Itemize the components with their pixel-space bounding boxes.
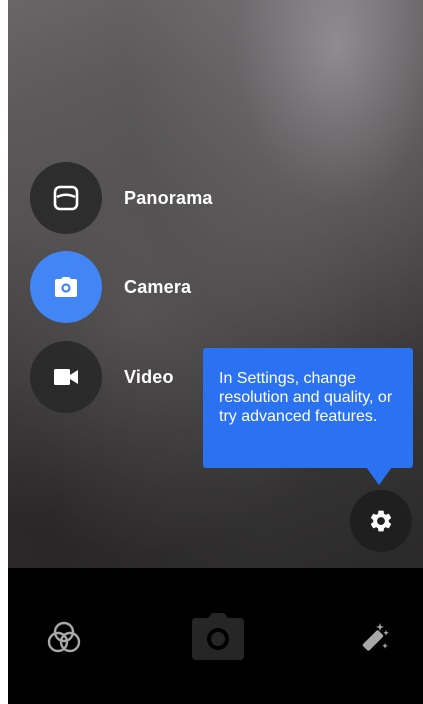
gear-icon (370, 510, 392, 532)
camera-label[interactable]: Camera (124, 277, 191, 298)
video-icon (54, 369, 78, 385)
video-mode-button[interactable] (30, 341, 102, 413)
panorama-icon (53, 185, 79, 211)
tooltip-arrow (366, 467, 392, 485)
mode-option-panorama[interactable]: Panorama (30, 162, 213, 234)
panorama-label[interactable]: Panorama (124, 188, 213, 209)
filters-icon (47, 621, 81, 653)
camera-app-screen: Panorama Camera Video In Settings, chang… (8, 0, 423, 704)
camera-icon (55, 277, 77, 297)
camera-mode-button[interactable] (30, 251, 102, 323)
mode-option-camera[interactable]: Camera (30, 251, 191, 323)
tooltip-text: In Settings, change resolution and quali… (219, 370, 393, 425)
shutter-camera-icon (192, 613, 244, 660)
filters-button[interactable] (44, 618, 84, 658)
bottom-control-bar (8, 568, 423, 704)
settings-button[interactable] (350, 490, 412, 552)
mode-option-video[interactable]: Video (30, 341, 174, 413)
magic-wand-icon (362, 623, 389, 651)
effects-button[interactable] (354, 618, 394, 658)
panorama-mode-button[interactable] (30, 162, 102, 234)
shutter-button[interactable] (188, 608, 248, 664)
settings-tooltip[interactable]: In Settings, change resolution and quali… (203, 348, 413, 468)
video-label[interactable]: Video (124, 367, 174, 388)
